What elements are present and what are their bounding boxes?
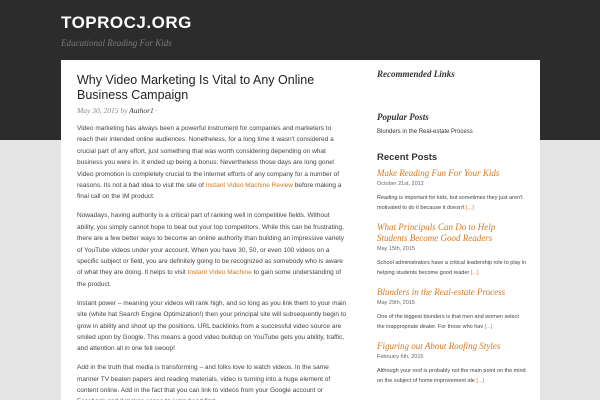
site-tagline: Educational Reading For Kids <box>61 38 172 48</box>
site-title[interactable]: TOPROCJ.ORG <box>61 13 192 33</box>
read-more-link[interactable]: [...] <box>466 205 474 211</box>
recent-post-title[interactable]: Blunders in the Real-estate Process <box>377 287 527 298</box>
post-body: Video marketing has always been a powerf… <box>77 123 347 400</box>
recent-post-title[interactable]: Make Reading Fun For Your Kids <box>377 168 527 179</box>
popular-posts-title: Popular Posts <box>377 112 429 122</box>
page-container: Why Video Marketing Is Vital to Any Onli… <box>61 60 540 400</box>
sidebar: Recommended Links Popular Posts Blunders… <box>377 69 527 386</box>
excerpt-text: School administrators have a critical le… <box>377 260 527 276</box>
post-date: May 30, 2015 <box>77 106 119 115</box>
post-meta: May 30, 2015 by Author1 · <box>77 106 347 115</box>
recent-post: Figuring out About Roofing Styles Februa… <box>377 341 527 386</box>
post-paragraph: Add in the truth that media is transform… <box>77 364 331 400</box>
paragraph-text: Video marketing has always been a powerf… <box>77 125 340 190</box>
meta-separator: · <box>155 106 158 115</box>
instant-video-machine-link[interactable]: Instant Video Machine <box>188 269 252 276</box>
recent-post-title[interactable]: What Principals Can Do to Help Students … <box>377 222 527 244</box>
read-more-link[interactable]: [...] <box>476 378 484 384</box>
recent-post-excerpt: One of the biggest blunders is that men … <box>377 312 527 332</box>
post-title[interactable]: Why Video Marketing Is Vital to Any Onli… <box>77 73 347 103</box>
paragraph-text: Nowadays, having authority is a critical… <box>77 212 345 277</box>
popular-post-link[interactable]: Blunders in the Real-estate Process <box>377 129 527 135</box>
recent-post: What Principals Can Do to Help Students … <box>377 222 527 278</box>
excerpt-text: Although your roof is probably not the m… <box>377 368 526 384</box>
read-more-link[interactable]: [...] <box>471 270 479 276</box>
recent-posts-title: Recent Posts <box>377 152 438 163</box>
recent-post-title[interactable]: Figuring out About Roofing Styles <box>377 341 527 352</box>
instant-video-machine-review-link[interactable]: Instant Video Machine Review <box>206 182 293 189</box>
post-by: by <box>120 106 128 115</box>
recent-post-date: May 15th, 2015 <box>377 246 415 252</box>
recent-post: Make Reading Fun For Your Kids October 2… <box>377 168 527 213</box>
post-paragraph: Nowadays, having authority is a critical… <box>77 210 347 290</box>
recent-post-date: May 29th, 2015 <box>377 300 415 306</box>
recent-post-excerpt: School administrators have a critical le… <box>377 258 527 278</box>
recent-post-excerpt: Reading is important for kids, but somet… <box>377 193 527 213</box>
recent-post-date: October 21st, 2012 <box>377 181 424 187</box>
post-paragraph: Video marketing has always been a powerf… <box>77 123 347 203</box>
recent-post: Blunders in the Real-estate Process May … <box>377 287 527 332</box>
excerpt-text: One of the biggest blunders is that men … <box>377 314 519 330</box>
post-paragraph: Instant power – meaning your videos will… <box>77 299 347 353</box>
excerpt-text: Reading is important for kids, but somet… <box>377 195 523 211</box>
recent-post-excerpt: Although your roof is probably not the m… <box>377 366 527 386</box>
main-content: Why Video Marketing Is Vital to Any Onli… <box>77 73 347 400</box>
post-author[interactable]: Author1 <box>129 106 154 115</box>
read-more-link[interactable]: [...] <box>485 324 493 330</box>
recommended-links-title: Recommended Links <box>377 69 455 79</box>
recent-post-date: February 6th, 2015 <box>377 354 424 360</box>
